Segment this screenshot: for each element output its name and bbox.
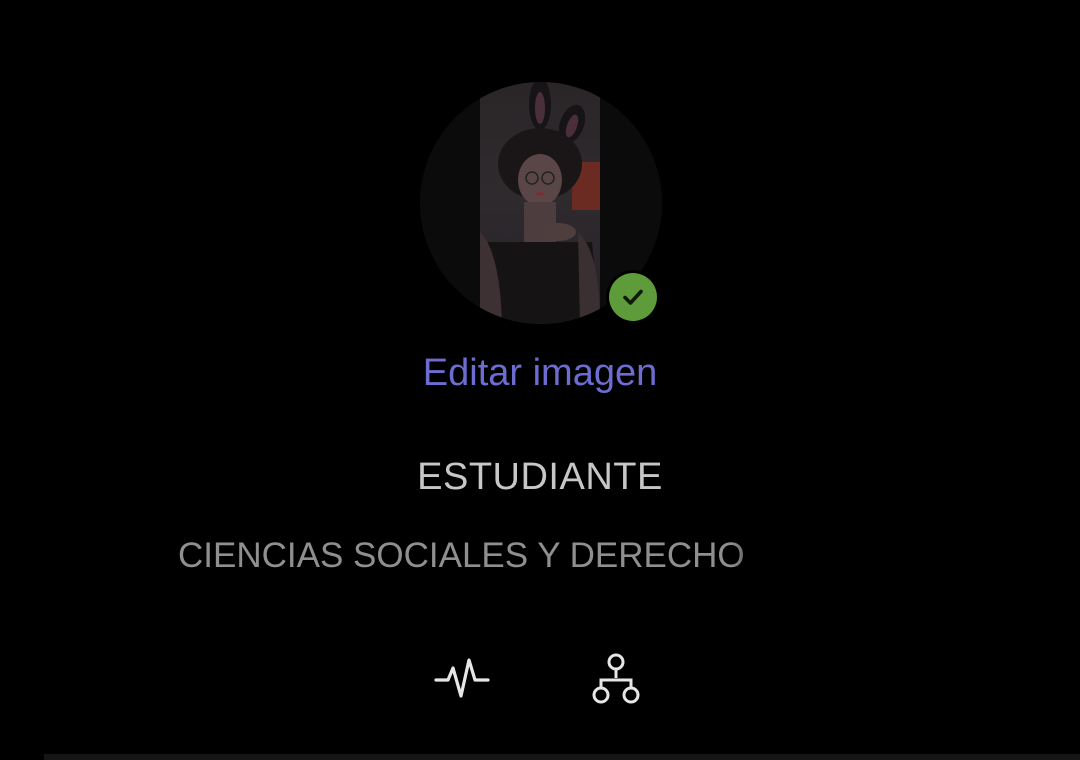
profile-photo-art (480, 82, 600, 324)
check-icon (623, 289, 643, 305)
edit-image-link[interactable]: Editar imagen (0, 352, 1080, 395)
role-label: ESTUDIANTE (417, 456, 663, 498)
profile-screen: Editar imagen ESTUDIANTE CIENCIAS SOCIAL… (0, 0, 1080, 760)
network-button[interactable] (586, 650, 646, 710)
profile-photo (480, 82, 600, 324)
check-circle-icon (609, 273, 657, 321)
verified-badge (606, 270, 660, 324)
activity-pulse-icon (434, 658, 490, 698)
network-hierarchy-icon (592, 653, 640, 704)
activity-button[interactable] (432, 650, 492, 710)
avatar-container[interactable] (420, 82, 662, 324)
field-of-study: CIENCIAS SOCIALES Y DERECHO (178, 536, 745, 575)
bottom-divider (44, 754, 1080, 760)
